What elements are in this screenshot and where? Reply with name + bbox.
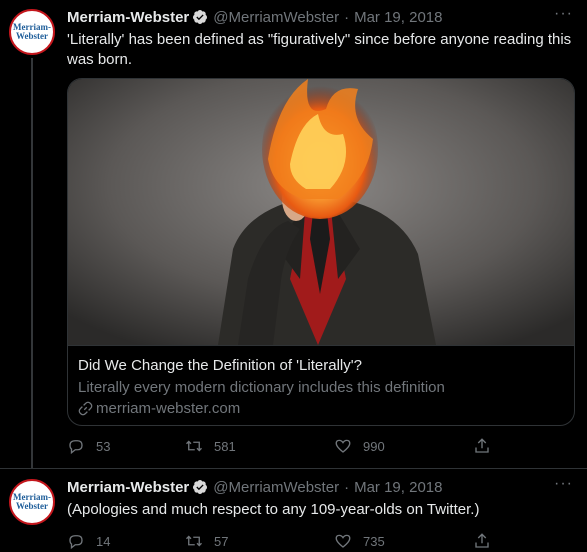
- handle[interactable]: @MerriamWebster: [213, 479, 339, 496]
- card-description: Literally every modern dictionary includ…: [78, 379, 445, 396]
- like-count: 990: [363, 438, 385, 454]
- separator: ·: [344, 8, 350, 26]
- card-title: Did We Change the Definition of 'Literal…: [78, 357, 362, 374]
- more-icon[interactable]: ···: [554, 5, 573, 23]
- display-name[interactable]: Merriam-Webster: [67, 9, 189, 26]
- tweet-date[interactable]: Mar 19, 2018: [354, 479, 442, 496]
- tweet-header: Merriam-Webster @MerriamWebster · Mar 19…: [67, 7, 442, 27]
- like-button[interactable]: 735: [334, 532, 385, 550]
- like-icon: [335, 439, 351, 453]
- like-count: 735: [363, 533, 385, 549]
- avatar[interactable]: Merriam- Webster: [9, 9, 55, 55]
- display-name[interactable]: Merriam-Webster: [67, 479, 189, 496]
- tweet-text: (Apologies and much respect to any 109-y…: [67, 501, 480, 518]
- card-domain-text: merriam-webster.com: [96, 400, 241, 417]
- retweet-icon: [186, 440, 202, 452]
- like-icon: [335, 534, 351, 548]
- avatar[interactable]: Merriam- Webster: [9, 479, 55, 525]
- tweet-header: Merriam-Webster @MerriamWebster · Mar 19…: [67, 477, 442, 497]
- tweet-1[interactable]: Merriam- Webster Merriam-Webster @Merria…: [0, 0, 587, 468]
- link-icon: [78, 401, 93, 416]
- tweet-actions: 53 581 990: [67, 437, 507, 457]
- retweet-button[interactable]: 57: [185, 532, 228, 550]
- link-card[interactable]: Did We Change the Definition of 'Literal…: [67, 78, 575, 426]
- reply-count: 14: [96, 533, 111, 549]
- share-button[interactable]: [473, 532, 502, 550]
- verified-badge-icon: [193, 10, 208, 24]
- thread-line: [31, 58, 33, 468]
- share-icon: [475, 438, 489, 453]
- avatar-logo-line2: Webster: [16, 501, 48, 511]
- card-info: Did We Change the Definition of 'Literal…: [68, 345, 574, 425]
- tweet-date[interactable]: Mar 19, 2018: [354, 9, 442, 26]
- reply-count: 53: [96, 438, 111, 454]
- avatar-logo-line2: Webster: [16, 31, 48, 41]
- retweet-count: 57: [214, 533, 229, 549]
- reply-button[interactable]: 14: [67, 532, 110, 550]
- tweet-actions: 14 57 735: [67, 532, 507, 552]
- like-button[interactable]: 990: [334, 437, 385, 455]
- retweet-icon: [186, 535, 202, 547]
- retweet-count: 581: [214, 438, 236, 454]
- card-domain: merriam-webster.com: [78, 400, 240, 417]
- card-image: [68, 79, 574, 345]
- handle[interactable]: @MerriamWebster: [213, 9, 339, 26]
- reply-icon: [69, 535, 83, 550]
- more-icon[interactable]: ···: [554, 475, 573, 493]
- reply-button[interactable]: 53: [67, 437, 110, 455]
- tweet-2[interactable]: Merriam- Webster Merriam-Webster @Merria…: [0, 468, 587, 550]
- retweet-button[interactable]: 581: [185, 437, 236, 455]
- verified-badge-icon: [193, 480, 208, 494]
- tweet-text: 'Literally' has been defined as "figurat…: [67, 31, 572, 68]
- separator: ·: [344, 478, 350, 496]
- share-button[interactable]: [473, 437, 502, 455]
- share-icon: [475, 533, 489, 548]
- reply-icon: [69, 440, 83, 455]
